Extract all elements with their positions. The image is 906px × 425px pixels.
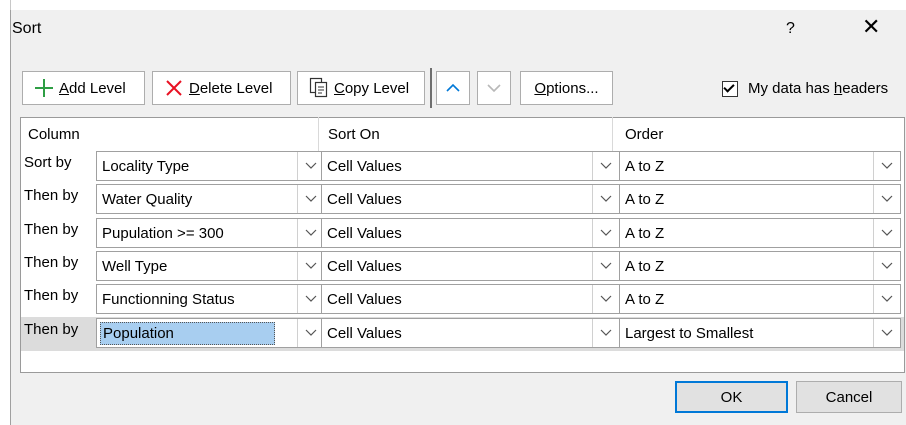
chevron-down-icon[interactable] — [297, 285, 324, 313]
add-level-label: Add Level — [59, 79, 126, 97]
ok-button[interactable]: OK — [675, 381, 788, 413]
move-up-button[interactable] — [436, 71, 470, 105]
chevron-down-icon[interactable] — [592, 152, 619, 180]
chevron-down-icon[interactable] — [592, 285, 619, 313]
options-label: Options... — [534, 79, 599, 97]
order-header: Order — [625, 126, 664, 143]
sort-on-select[interactable]: Cell Values — [321, 251, 620, 281]
chevron-down-icon[interactable] — [873, 152, 900, 180]
headers-checkbox-label: My data has headers — [748, 80, 889, 97]
row-label: Then by — [24, 254, 79, 271]
order-select[interactable]: A to Z — [619, 218, 901, 248]
column-divider — [612, 117, 613, 151]
chevron-down-icon[interactable] — [592, 252, 619, 280]
chevron-down-icon[interactable] — [873, 185, 900, 213]
column-header: Column — [28, 126, 80, 143]
row-label: Then by — [24, 321, 79, 338]
column-select[interactable]: Pupulation >= 300 — [96, 218, 325, 248]
copy-level-label: Copy Level — [334, 79, 410, 97]
sort-level-row-selected[interactable]: Then by Population Cell Values Largest t… — [21, 317, 904, 351]
chevron-down-icon — [487, 84, 501, 93]
column-select[interactable]: Water Quality — [96, 184, 325, 214]
sort-on-select[interactable]: Cell Values — [321, 284, 620, 314]
column-select[interactable]: Functionning Status — [96, 284, 325, 314]
sort-on-select[interactable]: Cell Values — [321, 184, 620, 214]
toolbar-separator — [430, 68, 432, 108]
plus-icon — [33, 78, 55, 98]
copy-icon — [308, 77, 330, 99]
chevron-down-icon[interactable] — [873, 252, 900, 280]
options-button[interactable]: Options... — [520, 71, 613, 105]
sort-level-row[interactable]: Then by Well Type Cell Values A to Z — [21, 250, 904, 284]
chevron-down-icon[interactable] — [873, 285, 900, 313]
chevron-up-icon — [446, 83, 460, 92]
column-select[interactable]: Population — [96, 318, 325, 348]
sort-level-row[interactable]: Then by Functionning Status Cell Values … — [21, 283, 904, 317]
delete-level-label: Delete Level — [189, 79, 273, 97]
my-data-has-headers-checkbox[interactable]: My data has headers — [722, 80, 888, 97]
order-select[interactable]: Largest to Smallest — [619, 318, 901, 348]
row-label: Then by — [24, 221, 79, 238]
sort-on-select[interactable]: Cell Values — [321, 151, 620, 181]
move-down-button[interactable] — [477, 71, 511, 105]
column-select[interactable]: Well Type — [96, 251, 325, 281]
sort-on-select[interactable]: Cell Values — [321, 218, 620, 248]
chevron-down-icon[interactable] — [873, 319, 900, 347]
cancel-button[interactable]: Cancel — [796, 381, 902, 413]
chevron-down-icon[interactable] — [873, 219, 900, 247]
copy-level-button[interactable]: Copy Level — [297, 71, 425, 105]
checkbox-checked-icon[interactable] — [722, 80, 738, 97]
delete-level-button[interactable]: Delete Level — [152, 71, 291, 105]
close-icon: ✕ — [862, 14, 881, 39]
chevron-down-icon[interactable] — [297, 185, 324, 213]
sort-level-row[interactable]: Then by Water Quality Cell Values A to Z — [21, 183, 904, 217]
order-select[interactable]: A to Z — [619, 251, 901, 281]
column-select[interactable]: Locality Type — [96, 151, 325, 181]
chevron-down-icon[interactable] — [297, 152, 324, 180]
order-select[interactable]: A to Z — [619, 184, 901, 214]
delete-x-icon — [163, 79, 185, 97]
chevron-down-icon[interactable] — [592, 319, 619, 347]
sort-on-select[interactable]: Cell Values — [321, 318, 620, 348]
chevron-down-icon[interactable] — [297, 252, 324, 280]
sort-level-row[interactable]: Sort by Locality Type Cell Values A to Z — [21, 150, 904, 184]
chevron-down-icon[interactable] — [592, 185, 619, 213]
help-button[interactable]: ? — [786, 20, 795, 38]
column-divider — [318, 117, 319, 151]
order-select[interactable]: A to Z — [619, 284, 901, 314]
row-label: Then by — [24, 287, 79, 304]
row-label: Sort by — [24, 154, 72, 171]
order-select[interactable]: A to Z — [619, 151, 901, 181]
sort-on-header: Sort On — [328, 126, 380, 143]
dialog-title: Sort — [12, 20, 42, 37]
row-label: Then by — [24, 187, 79, 204]
add-level-button[interactable]: Add Level — [22, 71, 145, 105]
chevron-down-icon[interactable] — [297, 319, 324, 347]
chevron-down-icon[interactable] — [592, 219, 619, 247]
chevron-down-icon[interactable] — [297, 219, 324, 247]
sort-level-row[interactable]: Then by Pupulation >= 300 Cell Values A … — [21, 217, 904, 251]
close-button[interactable]: ✕ — [862, 14, 880, 40]
